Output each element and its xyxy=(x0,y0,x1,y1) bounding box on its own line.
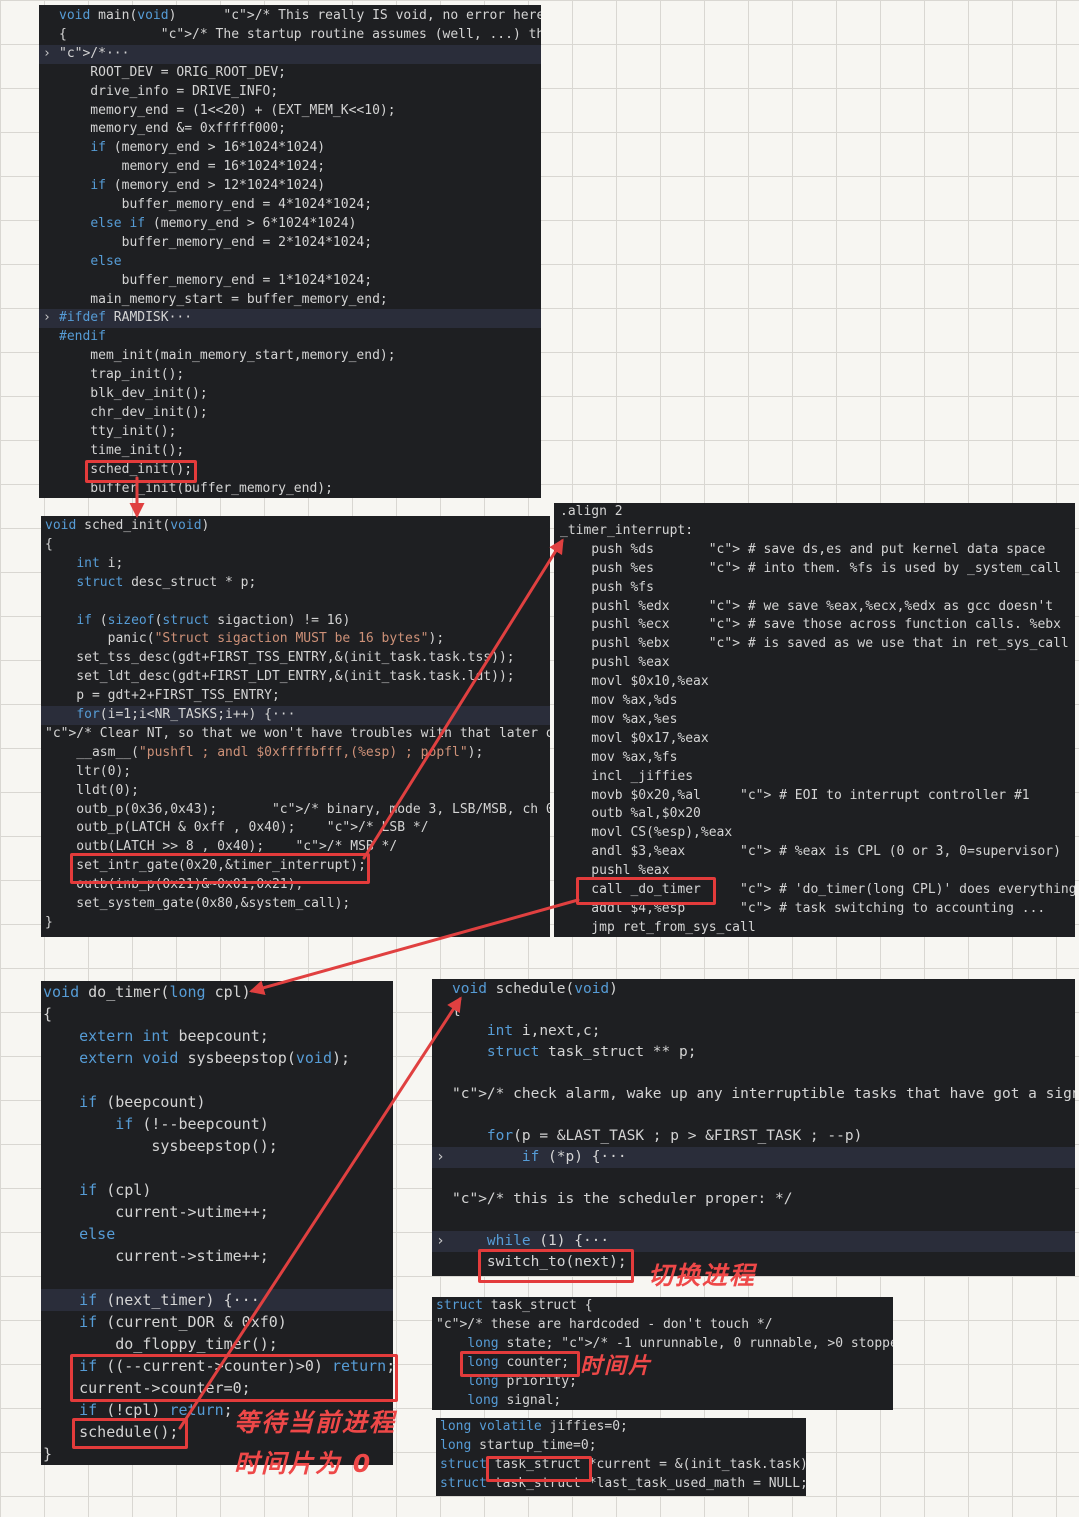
switch-process-annotation: 切换进程 xyxy=(648,1261,757,1290)
time-slice-annotation: 时间片 xyxy=(580,1354,653,1379)
wait-annotation-line2: 时间片为 0 xyxy=(234,1449,373,1478)
wait-annotation-line1: 等待当前进程 xyxy=(234,1408,397,1437)
flow-arrows xyxy=(129,476,580,1430)
arrow-set-intr-gate-to-timer-interrupt xyxy=(362,538,564,860)
arrow-schedule-call-to-schedule xyxy=(178,996,462,1430)
arrow-call-do-timer-to-do-timer xyxy=(249,898,580,995)
